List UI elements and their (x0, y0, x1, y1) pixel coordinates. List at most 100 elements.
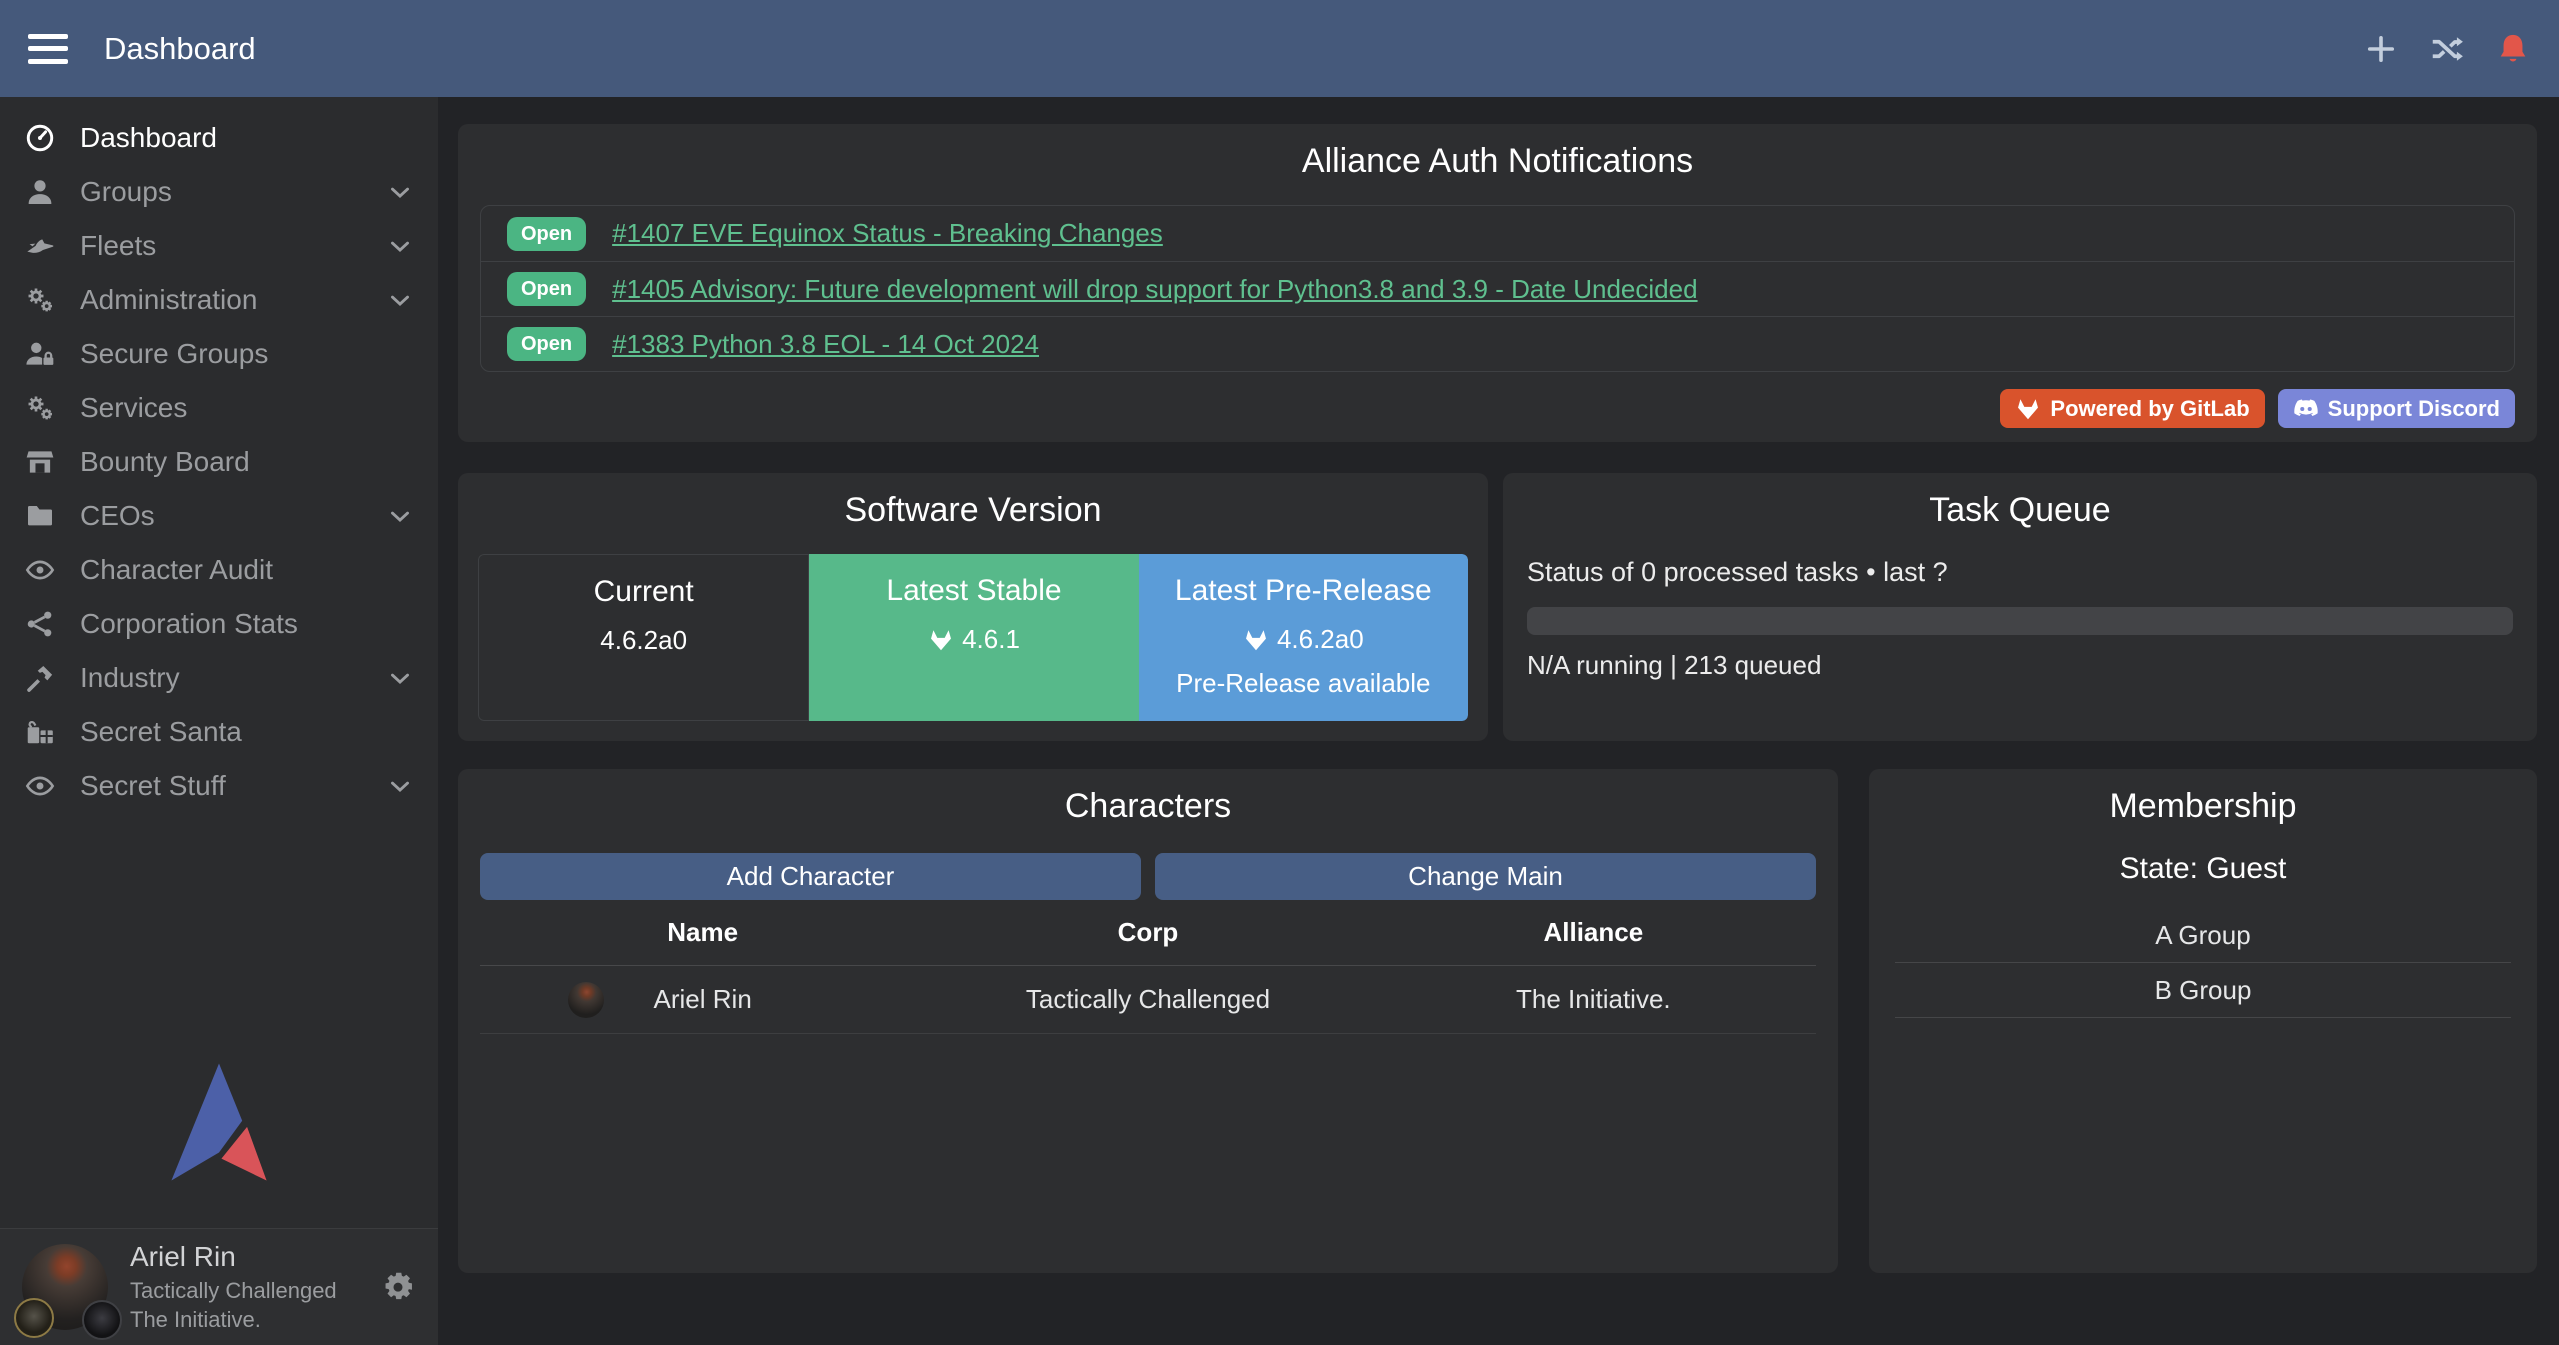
sidebar-item-character-audit[interactable]: Character Audit (0, 543, 438, 597)
shop-icon (20, 445, 60, 479)
notifications-list: Open #1407 EVE Equinox Status - Breaking… (480, 205, 2515, 372)
share-icon (20, 607, 60, 641)
version-prerelease-cell: Latest Pre-Release 4.6.2a0 Pre-Release a… (1139, 554, 1468, 721)
sidebar-menu: Dashboard Groups Fleets Ad (0, 97, 438, 813)
add-character-icon[interactable] (2363, 31, 2399, 67)
sidebar: Dashboard Groups Fleets Ad (0, 97, 438, 1345)
user-icon (20, 175, 60, 209)
gitlab-tanuki-icon (1243, 627, 1269, 653)
folder-icon (20, 499, 60, 533)
version-stable-label: Latest Stable (809, 574, 1138, 608)
character-avatar (568, 982, 604, 1018)
chevron-down-icon (386, 286, 414, 314)
membership-panel: Membership State: Guest A Group B Group (1869, 769, 2537, 1273)
sidebar-item-label: Fleets (80, 230, 386, 262)
sidebar-item-administration[interactable]: Administration (0, 273, 438, 327)
version-cells: Current 4.6.2a0 Latest Stable 4.6.1 Late… (478, 554, 1468, 721)
user-alliance: The Initiative. (130, 1305, 337, 1334)
sidebar-item-ceos[interactable]: CEOs (0, 489, 438, 543)
discord-badge-label: Support Discord (2328, 396, 2500, 422)
header-corp: Corp (925, 917, 1370, 948)
sidebar-item-label: Corporation Stats (80, 608, 414, 640)
settings-gear-icon[interactable] (380, 1269, 416, 1305)
gears-icon (20, 391, 60, 425)
sidebar-item-label: Character Audit (80, 554, 414, 586)
notification-item: Open #1407 EVE Equinox Status - Breaking… (481, 206, 2514, 261)
group-list: A Group B Group (1895, 908, 2511, 1018)
user-corp: Tactically Challenged (130, 1276, 337, 1305)
cell-corp: Tactically Challenged (925, 984, 1370, 1015)
hammer-icon (20, 661, 60, 695)
sidebar-item-bounty-board[interactable]: Bounty Board (0, 435, 438, 489)
group-row: A Group (1895, 908, 2511, 963)
user-name: Ariel Rin (130, 1239, 337, 1276)
sidebar-item-services[interactable]: Services (0, 381, 438, 435)
discord-icon (2293, 396, 2319, 422)
notifications-bell-icon[interactable] (2495, 31, 2531, 67)
characters-actions: Add Character Change Main (480, 853, 1816, 900)
sidebar-item-industry[interactable]: Industry (0, 651, 438, 705)
top-navbar: Dashboard (0, 0, 2559, 97)
user-panel[interactable]: Ariel Rin Tactically Challenged The Init… (0, 1228, 438, 1345)
change-main-button[interactable]: Change Main (1155, 853, 1816, 900)
version-current-cell: Current 4.6.2a0 (478, 554, 809, 721)
membership-title: Membership (1869, 769, 2537, 826)
characters-table: Name Corp Alliance Ariel Rin Tactically … (480, 900, 1816, 1034)
sidebar-item-label: Secret Santa (80, 716, 414, 748)
chevron-down-icon (386, 664, 414, 692)
membership-state: State: Guest (1869, 852, 2537, 886)
sidebar-item-label: CEOs (80, 500, 386, 532)
group-row: B Group (1895, 963, 2511, 1018)
task-queue-counts: N/A running | 213 queued (1527, 650, 2513, 681)
task-queue-panel: Task Queue Status of 0 processed tasks •… (1503, 473, 2537, 741)
sidebar-item-secret-santa[interactable]: Secret Santa (0, 705, 438, 759)
cell-alliance: The Initiative. (1371, 984, 1816, 1015)
chevron-down-icon (386, 232, 414, 260)
version-prerelease-label: Latest Pre-Release (1139, 574, 1468, 608)
sidebar-item-dashboard[interactable]: Dashboard (0, 111, 438, 165)
version-stable-value: 4.6.1 (962, 624, 1020, 655)
alliance-auth-dashboard: Dashboard Dashboard (0, 0, 2559, 1345)
sidebar-item-label: Industry (80, 662, 386, 694)
avatar (22, 1244, 108, 1330)
sidebar-item-fleets[interactable]: Fleets (0, 219, 438, 273)
sidebar-item-label: Administration (80, 284, 386, 316)
gitlab-badge[interactable]: Powered by GitLab (2000, 389, 2264, 428)
switch-character-icon[interactable] (2429, 31, 2465, 67)
table-header-row: Name Corp Alliance (480, 900, 1816, 966)
alliance-auth-logo (158, 1059, 280, 1185)
gitlab-badge-label: Powered by GitLab (2050, 396, 2249, 422)
notifications-panel: Alliance Auth Notifications Open #1407 E… (458, 124, 2537, 442)
menu-toggle-icon[interactable] (28, 34, 68, 64)
notification-link[interactable]: #1405 Advisory: Future development will … (612, 274, 1697, 305)
software-version-panel: Software Version Current 4.6.2a0 Latest … (458, 473, 1488, 741)
corp-logo (14, 1298, 54, 1338)
notification-link[interactable]: #1383 Python 3.8 EOL - 14 Oct 2024 (612, 329, 1039, 360)
notification-link[interactable]: #1407 EVE Equinox Status - Breaking Chan… (612, 218, 1163, 249)
sidebar-item-label: Secure Groups (80, 338, 414, 370)
cell-name: Ariel Rin (480, 984, 925, 1015)
chevron-down-icon (386, 178, 414, 206)
sidebar-item-secret-stuff[interactable]: Secret Stuff (0, 759, 438, 813)
eye-icon (20, 553, 60, 587)
version-prerelease-value: 4.6.2a0 (1277, 624, 1364, 655)
task-queue-body: Status of 0 processed tasks • last ? N/A… (1503, 557, 2537, 681)
gears-icon (20, 283, 60, 317)
sidebar-item-secure-groups[interactable]: Secure Groups (0, 327, 438, 381)
gitlab-tanuki-icon (2015, 396, 2041, 422)
navbar-actions (2363, 31, 2531, 67)
status-badge: Open (507, 217, 586, 251)
version-current-label: Current (479, 575, 808, 609)
header-name: Name (480, 917, 925, 948)
add-character-button[interactable]: Add Character (480, 853, 1141, 900)
characters-title: Characters (458, 769, 1838, 826)
sidebar-item-corporation-stats[interactable]: Corporation Stats (0, 597, 438, 651)
version-current-value: 4.6.2a0 (600, 625, 687, 656)
jet-icon (20, 229, 60, 263)
discord-badge[interactable]: Support Discord (2278, 389, 2515, 428)
sidebar-item-groups[interactable]: Groups (0, 165, 438, 219)
table-row: Ariel Rin Tactically Challenged The Init… (480, 966, 1816, 1034)
notification-item: Open #1405 Advisory: Future development … (481, 261, 2514, 316)
page-title: Dashboard (104, 31, 256, 67)
notifications-title: Alliance Auth Notifications (458, 124, 2537, 181)
